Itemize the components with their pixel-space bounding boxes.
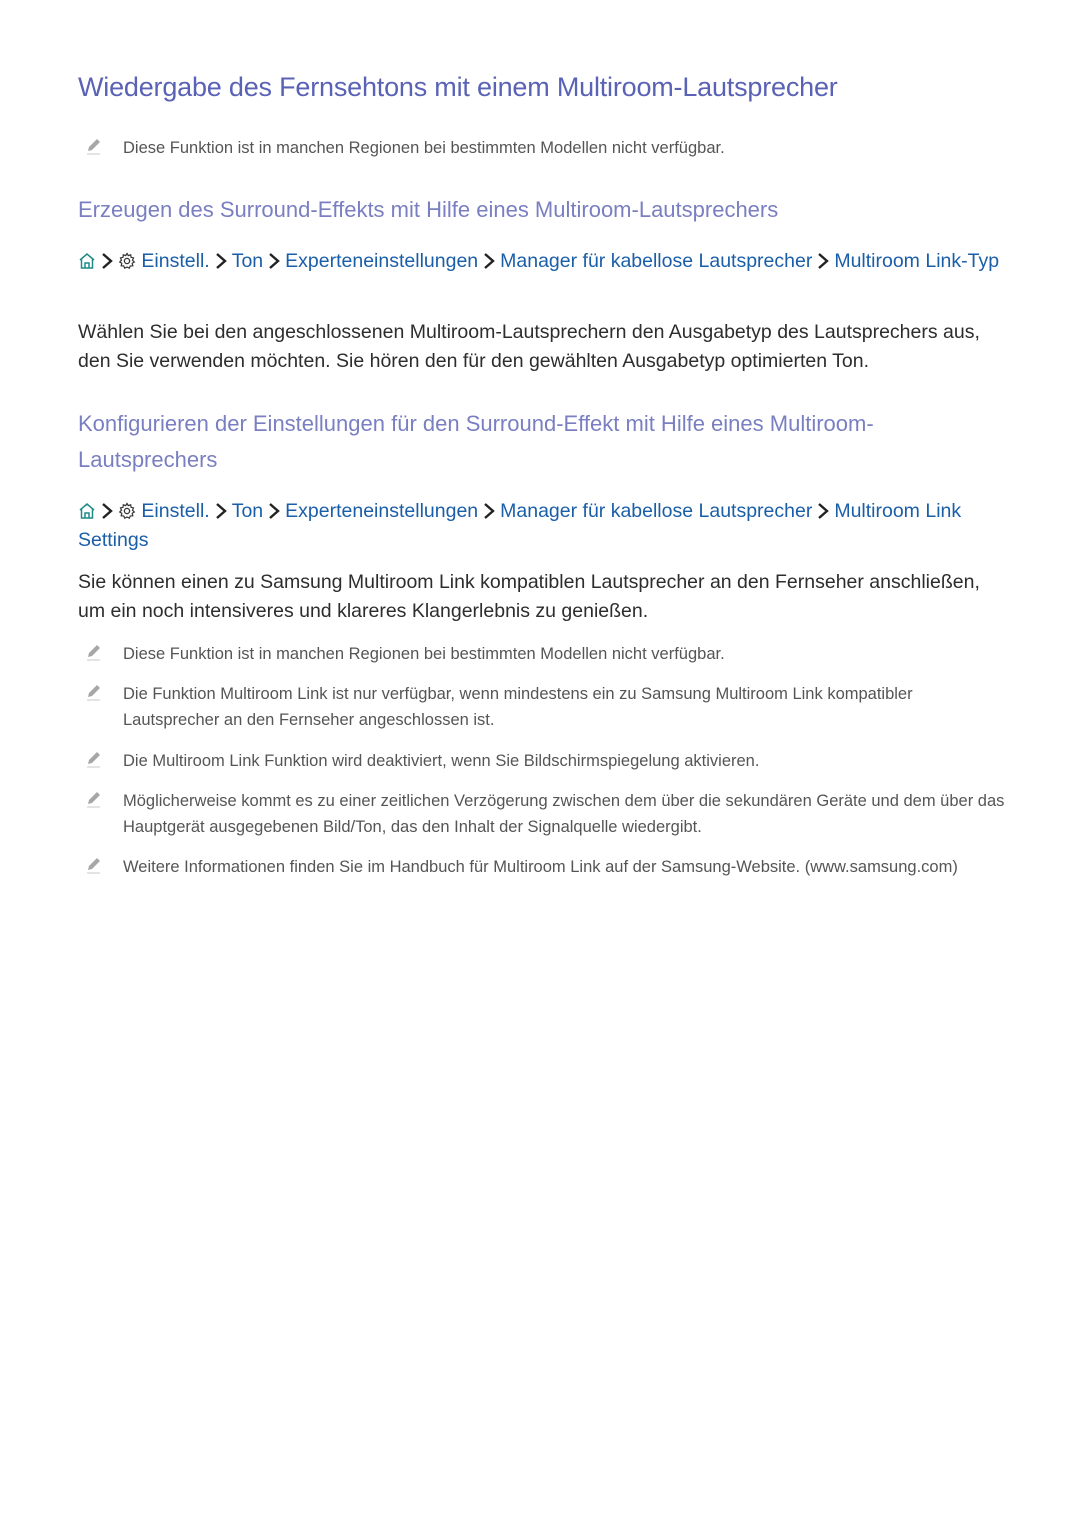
note-item: Diese Funktion ist in manchen Regionen b… [78, 135, 1008, 161]
path-item-ton[interactable]: Ton [232, 500, 263, 522]
section-heading: Erzeugen des Surround-Effekts mit Hilfe … [78, 197, 779, 222]
note-text: Möglicherweise kommt es zu einer zeitlic… [123, 792, 1005, 836]
path-item-manager[interactable]: Manager für kabellose Lautsprecher [500, 500, 812, 522]
menu-path: Einstell. Ton Experteneinstellungen Manager… [78, 497, 1013, 555]
note-text: Die Multiroom Link Funktion wird deaktiv… [123, 752, 760, 770]
chevron-right-icon [102, 503, 113, 519]
page-title: Wiedergabe des Fernsehtons mit einem Mul… [78, 72, 838, 102]
chevron-right-icon [269, 253, 280, 269]
note-item: Weitere Informationen finden Sie im Hand… [78, 854, 1008, 880]
chevron-right-icon [484, 503, 495, 519]
home-icon[interactable] [78, 252, 96, 270]
chevron-right-icon [484, 253, 495, 269]
pencil-icon [87, 752, 100, 768]
path-item-einstell[interactable]: Einstell. [141, 250, 209, 272]
note-item: Die Multiroom Link Funktion wird deaktiv… [78, 748, 1008, 774]
gear-icon[interactable] [118, 252, 136, 270]
pencil-icon [87, 685, 100, 701]
body-text: Sie können einen zu Samsung Multiroom Li… [78, 571, 980, 622]
note-item: Die Funktion Multiroom Link ist nur verf… [78, 681, 1008, 733]
home-icon[interactable] [78, 502, 96, 520]
chevron-right-icon [215, 503, 227, 519]
pencil-icon [87, 645, 100, 661]
note-text: Die Funktion Multiroom Link ist nur verf… [123, 685, 913, 729]
path-item-ton[interactable]: Ton [232, 250, 263, 272]
path-item-experteneinstellungen[interactable]: Experteneinstellungen [285, 250, 478, 272]
note-text: Weitere Informationen finden Sie im Hand… [123, 858, 958, 876]
pencil-icon [87, 139, 100, 155]
menu-path: Einstell. Ton Experteneinstellungen Manager… [78, 247, 1013, 276]
gear-icon[interactable] [118, 502, 136, 520]
note-text: Diese Funktion ist in manchen Regionen b… [123, 645, 725, 663]
chevron-right-icon [215, 253, 227, 269]
chevron-right-icon [818, 253, 830, 269]
path-item-manager[interactable]: Manager für kabellose Lautsprecher [500, 250, 812, 272]
chevron-right-icon [269, 503, 280, 519]
note-item: Diese Funktion ist in manchen Regionen b… [78, 641, 1008, 667]
pencil-icon [87, 858, 100, 874]
chevron-right-icon [818, 503, 830, 519]
note-item: Möglicherweise kommt es zu einer zeitlic… [78, 788, 1008, 840]
pencil-icon [87, 792, 100, 808]
path-item-multiroom-link-typ[interactable]: Multiroom Link-Typ [834, 250, 999, 272]
note-text: Diese Funktion ist in manchen Regionen b… [123, 139, 725, 157]
path-item-experteneinstellungen[interactable]: Experteneinstellungen [285, 500, 478, 522]
chevron-right-icon [102, 253, 113, 269]
body-text: Wählen Sie bei den angeschlossenen Multi… [78, 321, 980, 372]
path-item-einstell[interactable]: Einstell. [141, 500, 209, 522]
section-heading: Konfigurieren der Einstellungen für den … [78, 411, 874, 472]
